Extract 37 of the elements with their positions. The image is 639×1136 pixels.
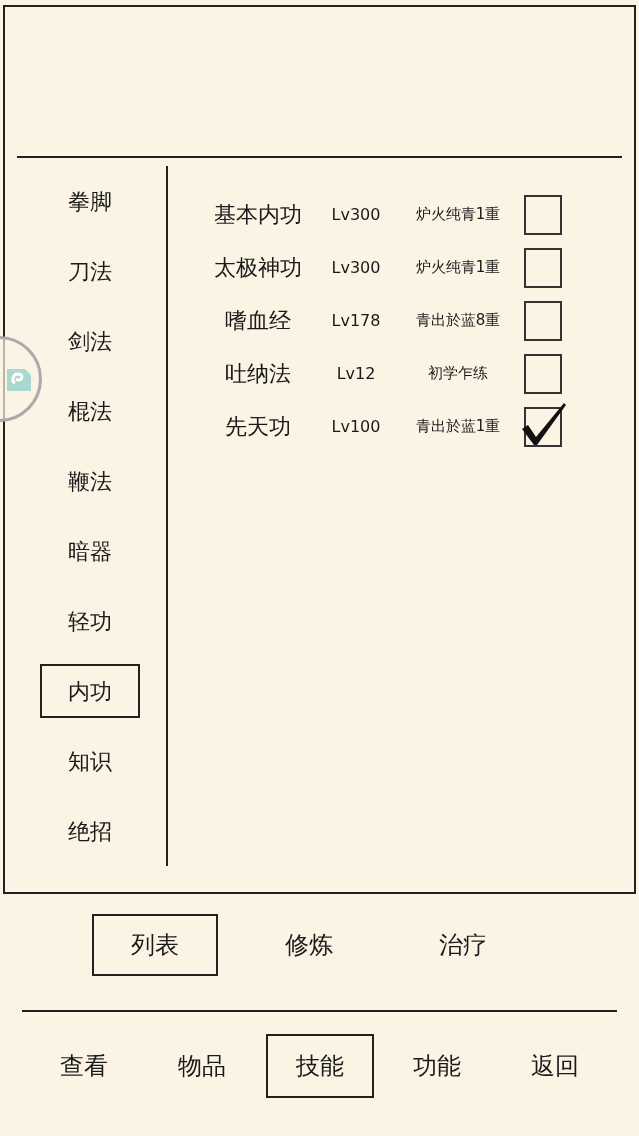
category-tab[interactable]: 鞭法: [39, 454, 140, 508]
category-tab[interactable]: 轻功: [39, 594, 140, 648]
checkbox[interactable]: [524, 300, 562, 341]
skill-stage: 青出於蓝1重: [414, 416, 502, 438]
sub-tab[interactable]: 列表: [91, 914, 218, 976]
checkbox[interactable]: [524, 247, 562, 288]
category-tab[interactable]: 暗器: [39, 524, 140, 578]
skill-level: Lv100: [330, 415, 382, 438]
skill-name: 先天功: [224, 413, 292, 441]
category-tab[interactable]: 刀法: [39, 244, 140, 298]
sub-tab[interactable]: 修炼: [245, 914, 372, 976]
category-tab[interactable]: 内功: [39, 664, 140, 718]
skill-name: 基本内功: [213, 201, 303, 229]
skill-stage: 青出於蓝8重: [414, 310, 502, 332]
nav-tab[interactable]: 功能: [383, 1034, 492, 1098]
skill-level: Lv178: [330, 309, 382, 332]
category-tab[interactable]: 绝招: [39, 804, 140, 858]
category-tab[interactable]: 剑法: [39, 314, 140, 368]
category-tab[interactable]: 知识: [39, 734, 140, 788]
nav-tab[interactable]: 查看: [30, 1034, 138, 1098]
skill-level: Lv300: [330, 256, 382, 279]
skill-level: Lv12: [335, 362, 377, 385]
checkbox[interactable]: [524, 194, 562, 235]
skill-name: 嗜血经: [224, 307, 292, 335]
checkbox[interactable]: [524, 353, 562, 394]
nav-tab[interactable]: 返回: [501, 1034, 609, 1098]
skill-stage: 初学乍练: [427, 363, 489, 385]
skill-level: Lv300: [330, 203, 382, 226]
sub-tab[interactable]: 治疗: [399, 914, 526, 976]
skill-stage: 炉火纯青1重: [414, 204, 502, 226]
skill-stage: 炉火纯青1重: [414, 257, 502, 279]
skill-name: 吐纳法: [224, 360, 292, 388]
category-tab[interactable]: 拳脚: [39, 174, 140, 228]
nav-tab[interactable]: 技能: [265, 1034, 374, 1098]
category-tab[interactable]: 棍法: [39, 384, 140, 438]
skill-name: 太极神功: [213, 254, 303, 282]
nav-tab[interactable]: 物品: [147, 1034, 256, 1098]
